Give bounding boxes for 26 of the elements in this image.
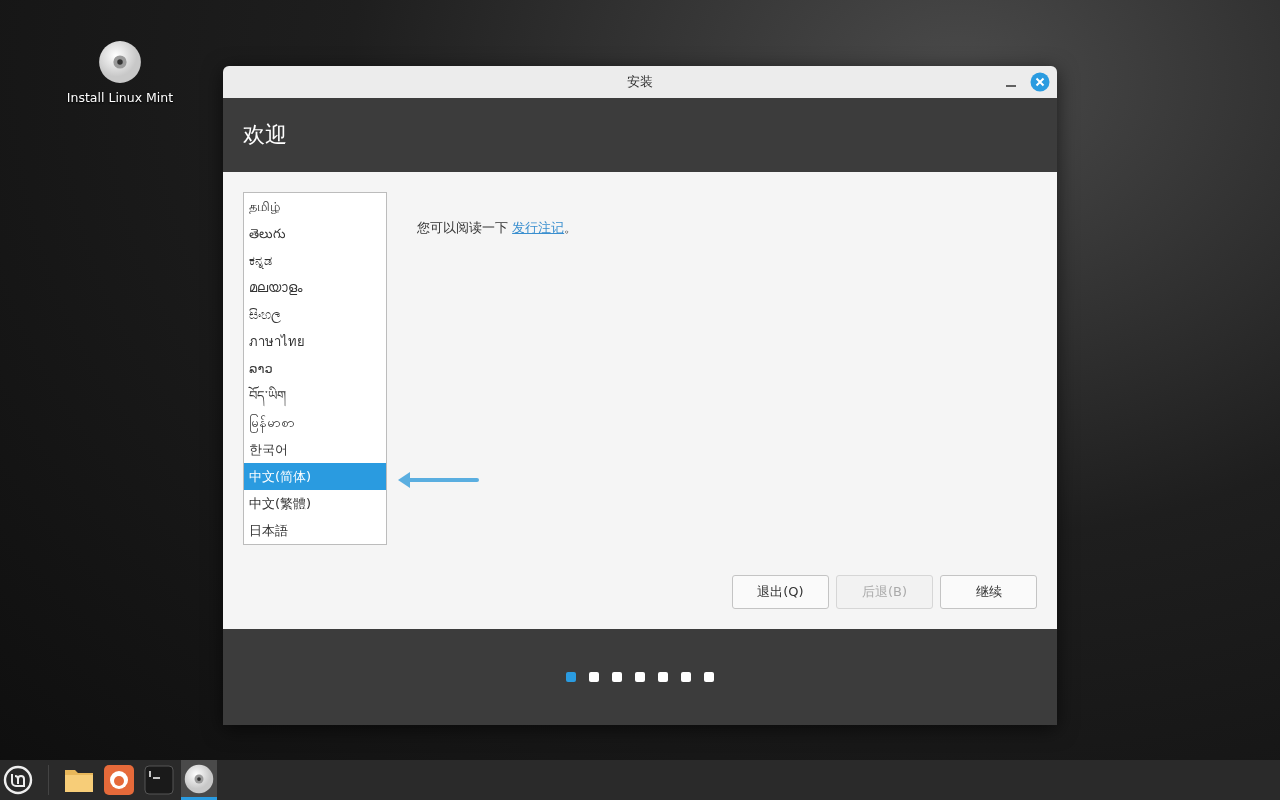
window-title: 安装	[627, 73, 653, 91]
language-item[interactable]: ລາວ	[244, 355, 386, 382]
release-notes-text: 您可以阅读一下 发行注记。	[417, 219, 578, 237]
quit-button[interactable]: 退出(Q)	[732, 575, 829, 609]
disc-icon	[184, 763, 214, 794]
close-icon[interactable]	[1030, 72, 1050, 92]
taskbar-button[interactable]	[181, 760, 217, 800]
terminal-icon	[144, 765, 174, 795]
language-item[interactable]: 日本語	[244, 517, 386, 544]
desktop-icon-label[interactable]: Install Linux Mint	[66, 90, 174, 105]
language-item[interactable]: తెలుగు	[244, 220, 386, 247]
continue-button[interactable]: 继续	[940, 575, 1037, 609]
disc-icon	[98, 40, 142, 84]
language-item[interactable]: ಕನ್ನಡ	[244, 247, 386, 274]
folder-icon	[64, 767, 94, 793]
language-item[interactable]: བོད་ཡིག	[244, 382, 386, 409]
language-item[interactable]: 한국어	[244, 436, 386, 463]
mint-logo-icon	[3, 765, 33, 795]
browser-icon	[104, 765, 134, 795]
language-item[interactable]: 中文(繁體)	[244, 490, 386, 517]
language-item[interactable]: မြန်မာစာ	[244, 409, 386, 436]
page-heading: 欢迎	[243, 121, 287, 149]
language-item[interactable]: සිංහල	[244, 301, 386, 328]
language-item[interactable]: ภาษาไทย	[244, 328, 386, 355]
language-item[interactable]: தமிழ்	[244, 193, 386, 220]
language-item[interactable]: മലയാളം	[244, 274, 386, 301]
